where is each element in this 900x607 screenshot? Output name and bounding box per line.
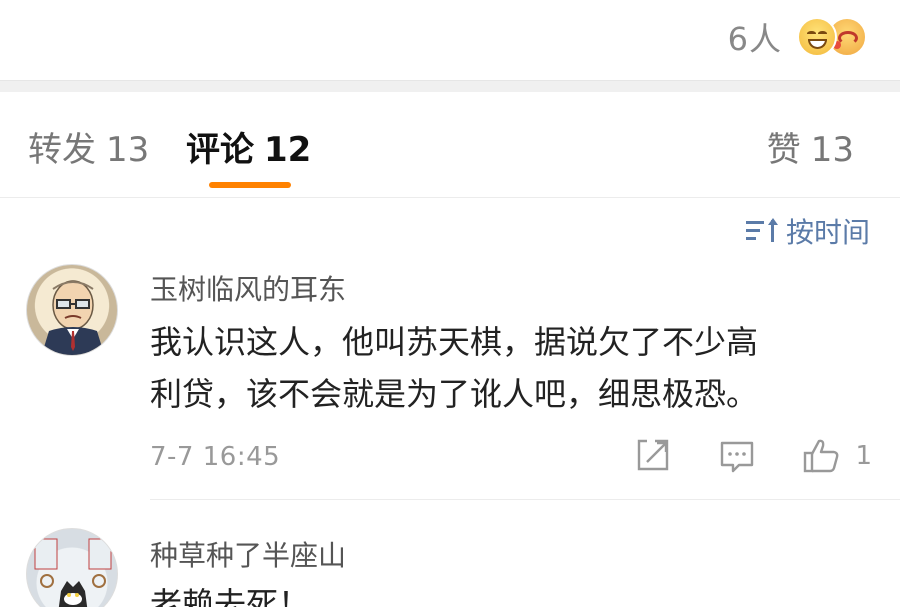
sort-label: 按时间 — [785, 216, 870, 249]
tab-count: 13 — [106, 130, 150, 170]
tab-likes[interactable]: 赞 13 — [767, 122, 854, 171]
reactions-bar[interactable]: 6人 — [0, 0, 900, 80]
comment-timestamp: 7-7 16:45 — [150, 442, 281, 472]
tab-reposts[interactable]: 转发 13 — [28, 122, 149, 171]
comment-icon[interactable] — [717, 436, 757, 476]
tab-label: 评论 — [186, 130, 254, 170]
avatar[interactable] — [26, 264, 118, 356]
comment-username[interactable]: 玉树临风的耳东 — [150, 268, 346, 308]
comment-text-line: 我认识这人，他叫苏天棋，据说欠了不少高 — [150, 323, 759, 361]
section-divider — [0, 80, 900, 92]
avatar[interactable] — [26, 528, 118, 607]
reaction-count: 6人 — [727, 20, 782, 58]
tab-bar: 转发 13 评论 12 赞 13 — [0, 92, 900, 198]
tab-count: 13 — [810, 130, 854, 170]
comment-item: 玉树临风的耳东 我认识这人，他叫苏天棋，据说欠了不少高 利贷，该不会就是为了讹人… — [0, 256, 900, 500]
like-count: 1 — [855, 441, 872, 471]
comment-actions: 1 — [589, 436, 872, 476]
active-tab-indicator — [209, 182, 291, 188]
sort-icon — [745, 218, 778, 244]
comment-text: 老赖去死！ — [150, 578, 870, 607]
comment-item: 种草种了半座山 老赖去死！ — [0, 500, 900, 607]
share-icon[interactable] — [633, 436, 673, 476]
comment-text: 我认识这人，他叫苏天棋，据说欠了不少高 利贷，该不会就是为了讹人吧，细思极恐。 — [150, 316, 870, 420]
thumbs-up-icon[interactable] — [801, 436, 841, 476]
tab-comments[interactable]: 评论 12 — [186, 122, 311, 171]
comment-username[interactable]: 种草种了半座山 — [150, 534, 346, 574]
comment-text-line: 老赖去死！ — [150, 585, 311, 607]
comment-text-line: 利贷，该不会就是为了讹人吧，细思极恐。 — [150, 375, 759, 413]
tab-label: 赞 — [766, 130, 801, 170]
sort-by-time-button[interactable]: 按时间 — [745, 214, 870, 249]
tab-count: 12 — [264, 130, 312, 170]
tab-label: 转发 — [28, 130, 96, 170]
grinning-face-icon — [797, 17, 837, 57]
